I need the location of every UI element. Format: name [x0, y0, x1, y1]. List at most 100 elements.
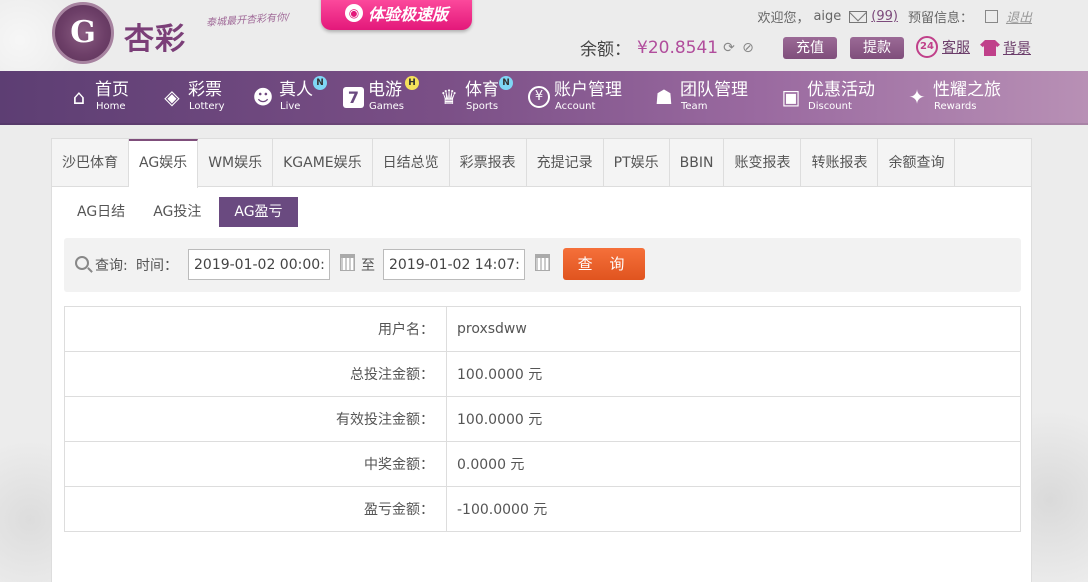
nav-item-live[interactable]: ☻ 真人 Live N	[251, 76, 327, 119]
table-row: 盈亏金额： -100.0000 元	[64, 486, 1021, 532]
edit-icon[interactable]	[984, 10, 998, 23]
table-row: 有效投注金额： 100.0000 元	[64, 396, 1021, 442]
to-label: 至	[361, 258, 375, 274]
customer-service-link[interactable]: 24 客服	[916, 36, 970, 58]
tab-ag-entertainment[interactable]: AG娱乐	[129, 139, 199, 188]
header: 杏彩 泰城最开杏彩有你/ ◉ 体验极速版 欢迎您， aige (99) 预留信息…	[0, 0, 1088, 71]
time-label: 时间：	[136, 258, 178, 274]
row-label: 用户名：	[64, 306, 447, 352]
background-label: 背景	[1003, 41, 1031, 57]
balance-display: 余额： ¥20.8541 ⟳ ⊘	[580, 35, 756, 61]
logo-slogan: 泰城最开杏彩有你/	[205, 12, 290, 29]
mail-count-link[interactable]: (99)	[871, 9, 898, 24]
customer-service-label: 客服	[942, 40, 970, 56]
main-nav: ⌂ 首页 Home ◈ 彩票 Lottery ☻ 真人 Live N 7 电游 Game…	[0, 71, 1088, 125]
row-label: 有效投注金额：	[64, 396, 447, 442]
row-value: 100.0000 元	[446, 351, 1021, 397]
username: aige	[813, 9, 842, 24]
nav-sublabel: Sports	[466, 101, 499, 112]
subtab-ag-bets[interactable]: AG投注	[143, 197, 211, 227]
recharge-button[interactable]: 充值	[783, 37, 837, 59]
nav-sublabel: Rewards	[934, 101, 977, 112]
nav-label: 彩票	[188, 80, 222, 100]
team-icon: ☗	[655, 85, 673, 109]
yen-coin-icon: ¥	[528, 86, 550, 108]
row-value: 0.0000 元	[446, 441, 1021, 487]
nav-label: 真人	[279, 80, 313, 100]
shirt-icon	[980, 40, 1000, 56]
nav-sublabel: Team	[681, 101, 708, 112]
nav-sublabel: Live	[280, 101, 301, 112]
query-button[interactable]: 查 询	[563, 248, 645, 280]
hot-badge: H	[405, 76, 419, 90]
nav-item-home[interactable]: ⌂ 首页 Home	[67, 79, 129, 119]
site-logo[interactable]: 杏彩 泰城最开杏彩有你/	[52, 2, 352, 64]
calendar-icon[interactable]	[340, 254, 355, 271]
nav-sublabel: Home	[96, 101, 126, 112]
row-label: 总投注金额：	[64, 351, 447, 397]
hide-balance-icon[interactable]: ⊘	[742, 41, 756, 55]
nav-sublabel: Discount	[808, 101, 852, 112]
tab-lottery-report[interactable]: 彩票报表	[450, 139, 527, 187]
ag-subtabs: AG日结 AG投注 AG盈亏	[67, 197, 298, 227]
logo-name: 杏彩	[124, 22, 186, 57]
slot-seven-icon: 7	[343, 87, 364, 108]
report-tabs: 沙巴体育 AG娱乐 WM娱乐 KGAME娱乐 日结总览 彩票报表 充提记录 PT…	[52, 139, 1031, 188]
row-label: 中奖金额：	[64, 441, 447, 487]
row-value: -100.0000 元	[446, 486, 1021, 532]
welcome-text: 欢迎您，	[757, 11, 810, 26]
nav-item-sports[interactable]: ♛ 体育 Sports N	[437, 76, 513, 119]
report-panel: 沙巴体育 AG娱乐 WM娱乐 KGAME娱乐 日结总览 彩票报表 充提记录 PT…	[51, 138, 1032, 582]
balance-value: ¥20.8541	[637, 37, 719, 58]
mail-icon[interactable]	[849, 10, 868, 23]
new-badge: N	[313, 76, 327, 90]
tab-pt-entertainment[interactable]: PT娱乐	[604, 139, 670, 187]
home-icon: ⌂	[72, 85, 86, 109]
tab-deposit-withdraw-records[interactable]: 充提记录	[527, 139, 604, 187]
reserve-info-label: 预留信息：	[907, 11, 973, 26]
nav-item-team[interactable]: ☗ 团队管理 Team	[652, 79, 748, 119]
new-badge: N	[499, 76, 513, 90]
background-switch-link[interactable]: 背景	[980, 38, 1031, 58]
tab-kgame-entertainment[interactable]: KGAME娱乐	[273, 139, 373, 187]
tab-daily-overview[interactable]: 日结总览	[373, 139, 450, 187]
refresh-icon[interactable]: ⟳	[723, 41, 737, 55]
tab-transfer-report[interactable]: 转账报表	[801, 139, 879, 187]
nav-sublabel: Lottery	[189, 101, 225, 112]
nav-item-account[interactable]: ¥ 账户管理 Account	[528, 79, 622, 119]
nav-item-discount[interactable]: ▣ 优惠活动 Discount	[779, 79, 875, 119]
row-value: 100.0000 元	[446, 396, 1021, 442]
subtab-ag-profit-loss[interactable]: AG盈亏	[219, 197, 298, 227]
nav-label: 电游	[368, 80, 402, 100]
start-date-input[interactable]	[188, 249, 330, 280]
logout-link[interactable]: 退出	[1006, 7, 1032, 26]
query-label: 查询:	[95, 258, 128, 274]
tab-wm-entertainment[interactable]: WM娱乐	[198, 139, 274, 187]
end-date-input[interactable]	[383, 249, 525, 280]
nav-sublabel: Games	[369, 101, 404, 112]
ticket-icon: ◈	[164, 85, 180, 109]
nav-sublabel: Account	[555, 101, 596, 112]
nav-label: 团队管理	[680, 80, 748, 100]
nav-item-rewards[interactable]: ✦ 性耀之旅 Rewards	[905, 79, 1001, 119]
nav-item-games[interactable]: 7 电游 Games H	[343, 76, 419, 119]
search-icon	[75, 256, 89, 270]
nav-label: 优惠活动	[807, 80, 875, 100]
table-row: 总投注金额： 100.0000 元	[64, 351, 1021, 397]
subtab-ag-daily[interactable]: AG日结	[67, 197, 135, 227]
fast-version-promo-button[interactable]: ◉ 体验极速版	[321, 0, 472, 30]
table-row: 用户名： proxsdww	[64, 306, 1021, 352]
tab-balance-query[interactable]: 余额查询	[878, 139, 956, 187]
calendar-icon[interactable]	[535, 254, 550, 271]
withdraw-button[interactable]: 提款	[850, 37, 904, 59]
gift-icon: ▣	[781, 85, 801, 109]
rewards-icon: ✦	[908, 85, 926, 109]
tab-shaba-sports[interactable]: 沙巴体育	[52, 139, 129, 187]
tab-bbin[interactable]: BBIN	[670, 139, 725, 187]
tab-account-change-report[interactable]: 账变报表	[724, 139, 802, 187]
logo-seal-icon	[52, 2, 114, 64]
nav-item-lottery[interactable]: ◈ 彩票 Lottery	[160, 79, 225, 119]
nav-label: 账户管理	[554, 80, 622, 100]
nav-label: 性耀之旅	[933, 80, 1001, 100]
balance-label: 余额：	[580, 40, 631, 60]
